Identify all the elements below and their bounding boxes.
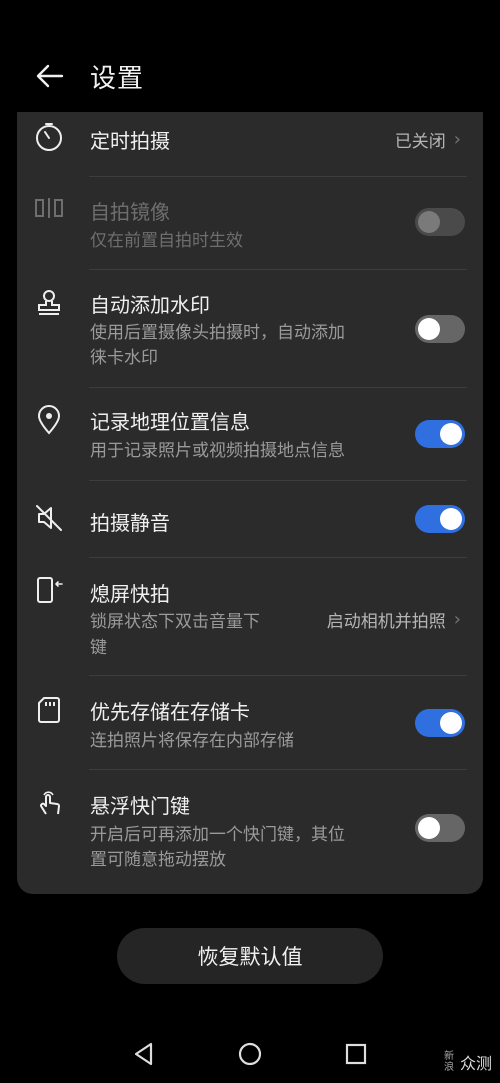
watermark: 新浪 众测 [444,1050,492,1074]
chevron-right-icon: › [453,129,461,150]
setting-description: 键 [90,638,107,658]
watermark-small: 新浪 [443,1051,454,1073]
back-arrow-icon [36,64,64,88]
circle-home-icon [238,1042,262,1066]
mirror-icon [32,191,66,225]
mute-speaker-icon [32,501,66,535]
setting-description: 使用后置摄像头拍摄时，自动添加 [90,323,345,343]
floating-shutter-toggle[interactable] [415,814,465,842]
setting-description: 徕卡水印 [90,348,158,368]
sd-storage-toggle[interactable] [415,709,465,737]
setting-timer[interactable]: 定时拍摄 已关闭 › [17,112,483,176]
square-recents-icon [345,1043,367,1065]
sd-card-icon [32,693,66,727]
timer-icon [32,120,66,154]
nav-back-button[interactable] [131,1041,157,1067]
top-app-bar: 设置 [0,40,500,110]
setting-mute-shutter[interactable]: 拍摄静音 [17,481,483,557]
chevron-right-icon: › [453,609,461,630]
auto-watermark-toggle[interactable] [415,315,465,343]
back-button[interactable] [30,56,70,96]
selfie-mirror-toggle[interactable] [415,208,465,236]
location-pin-icon [32,403,66,437]
system-navigation-bar [0,1025,500,1083]
nav-recents-button[interactable] [343,1041,369,1067]
setting-description: 开启后可再添加一个快门键，其位 [90,825,345,845]
restore-defaults-button[interactable]: 恢复默认值 [117,928,383,984]
setting-description: 用于记录照片或视频拍摄地点信息 [90,441,345,461]
setting-auto-watermark[interactable]: 自动添加水印 使用后置摄像头拍摄时，自动添加 徕卡水印 [17,270,483,387]
phone-snapshot-icon [32,573,66,607]
setting-value: 已关闭 › [395,127,461,152]
setting-label: 自动添加水印 [90,293,210,317]
setting-description: 仅在前置自拍时生效 [90,231,243,251]
setting-floating-shutter[interactable]: 悬浮快门键 开启后可再添加一个快门键，其位 置可随意拖动摆放 [17,770,483,888]
setting-label: 定时拍摄 [90,129,170,153]
settings-card: 定时拍摄 已关闭 › 自拍镜像 仅在前置自拍时生效 自动添加水印 使用后置摄像头… [17,112,483,894]
setting-label: 悬浮快门键 [90,794,190,818]
setting-label: 拍摄静音 [90,511,170,535]
setting-label: 优先存储在存储卡 [90,700,250,724]
setting-selfie-mirror[interactable]: 自拍镜像 仅在前置自拍时生效 [17,177,483,269]
setting-label: 记录地理位置信息 [90,410,250,434]
setting-sd-storage[interactable]: 优先存储在存储卡 连拍照片将保存在内部存储 [17,676,483,769]
stamp-icon [32,286,66,320]
mute-shutter-toggle[interactable] [415,505,465,533]
watermark-big: 众测 [459,1054,492,1073]
quick-snapshot-value: 启动相机并拍照 [326,612,446,632]
setting-label: 自拍镜像 [90,200,170,224]
location-toggle[interactable] [415,420,465,448]
setting-description: 置可随意拖动摆放 [90,850,226,870]
nav-home-button[interactable] [237,1041,263,1067]
timer-value: 已关闭 [394,132,446,152]
setting-quick-snapshot[interactable]: 熄屏快拍 锁屏状态下双击音量下 键 启动相机并拍照 › [17,558,483,675]
setting-description: 锁屏状态下双击音量下 [90,612,260,632]
setting-label: 熄屏快拍 [90,582,170,606]
setting-description: 连拍照片将保存在内部存储 [90,731,294,751]
hand-tap-icon [32,785,66,819]
setting-location[interactable]: 记录地理位置信息 用于记录照片或视频拍摄地点信息 [17,388,483,480]
triangle-back-icon [134,1042,153,1066]
setting-value: 启动相机并拍照 › [327,607,461,632]
page-title: 设置 [90,64,145,94]
